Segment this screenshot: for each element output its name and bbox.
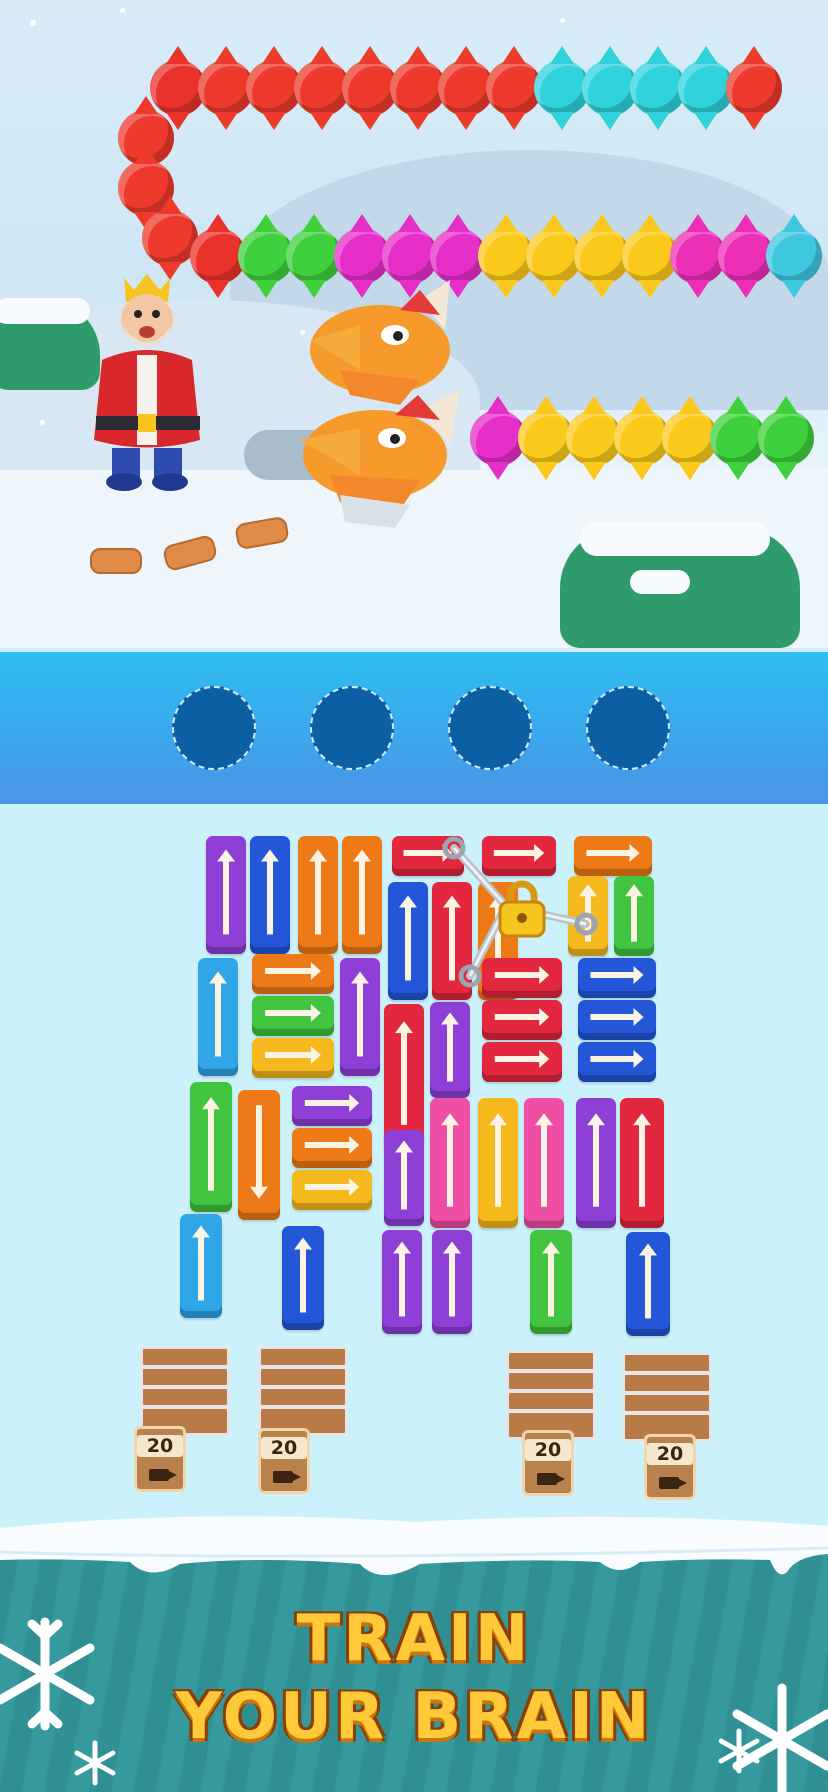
up-arrow-icon [625,884,643,942]
arrow-block[interactable] [614,876,654,956]
arrow-block[interactable] [626,1232,670,1336]
tray-counter-2: 20 [258,1428,310,1494]
up-arrow-icon [202,1097,220,1191]
arrow-block[interactable] [292,1170,372,1210]
down-arrow-icon [250,1105,268,1199]
up-arrow-icon [209,971,227,1057]
arrow-block[interactable] [482,1000,562,1040]
arrow-block[interactable] [252,954,334,994]
arrow-block[interactable] [382,1230,422,1334]
tray-counter-1: 20 [134,1426,186,1492]
arrow-block[interactable] [384,1004,424,1148]
snowflake-icon [74,1740,116,1786]
arrow-block[interactable] [340,958,380,1076]
game-scene [0,0,828,648]
up-arrow-icon [587,1113,605,1207]
banner-line-1: TRAIN [296,1602,532,1676]
bead-chain-left [118,110,198,266]
arrow-block[interactable] [180,1214,222,1318]
arrow-block[interactable] [282,1226,324,1330]
tray-counter-3: 20 [522,1430,574,1496]
arrow-block[interactable] [292,1128,372,1168]
up-arrow-icon [192,1225,210,1301]
up-arrow-icon [294,1237,312,1313]
bead-chain-bottom [470,410,814,466]
right-arrow-icon [590,1008,644,1026]
up-arrow-icon [633,1113,651,1207]
up-arrow-icon [309,849,327,935]
bead-chain-top [150,60,782,116]
arrow-block[interactable] [298,836,338,954]
snow-ledge [0,1516,828,1575]
arrow-block[interactable] [524,1098,564,1228]
arrow-block[interactable] [478,1098,518,1228]
right-arrow-icon [494,1050,550,1068]
arrow-block[interactable] [292,1086,372,1126]
up-arrow-icon [395,1021,413,1125]
camera-icon [659,1477,679,1489]
empty-slot-2 [310,686,394,770]
right-arrow-icon [590,1050,644,1068]
empty-slot-4 [586,686,670,770]
right-arrow-icon [265,962,321,980]
arrow-block[interactable] [250,836,290,954]
arrow-block[interactable] [252,996,334,1036]
collection-slots-bar [0,652,828,804]
camera-icon [149,1469,169,1481]
arrow-block[interactable] [578,1042,656,1082]
up-arrow-icon [441,1113,459,1207]
up-arrow-icon [639,1243,657,1319]
empty-slot-1 [172,686,256,770]
right-arrow-icon [304,1178,360,1196]
arrow-block[interactable] [388,882,428,1000]
arrow-block[interactable] [620,1098,664,1228]
king-character [94,274,200,491]
arrow-block[interactable] [190,1082,232,1212]
right-arrow-icon [304,1136,360,1154]
arrow-block[interactable] [206,836,246,954]
up-arrow-icon [261,849,279,935]
right-arrow-icon [304,1094,360,1112]
arrow-block[interactable] [252,1038,334,1078]
camera-icon [273,1471,293,1483]
snowflake-icon [0,1617,95,1731]
empty-slot-3 [448,686,532,770]
dragon-icon [300,280,460,528]
arrow-block[interactable] [238,1090,280,1220]
camera-icon [537,1473,557,1485]
up-arrow-icon [353,849,371,935]
tray-counter-4: 20 [644,1434,696,1500]
arrow-block[interactable] [430,1002,470,1098]
arrow-block[interactable] [482,1042,562,1082]
up-arrow-icon [535,1113,553,1207]
up-arrow-icon [489,1113,507,1207]
up-arrow-icon [217,849,235,935]
up-arrow-icon [393,1241,411,1317]
up-arrow-icon [395,1140,413,1210]
cookie-icon [90,548,142,574]
arrow-block[interactable] [342,836,382,954]
arrow-block[interactable] [576,1098,616,1228]
up-arrow-icon [443,1241,461,1317]
arrow-block[interactable] [578,1000,656,1040]
up-arrow-icon [399,895,417,981]
lock-icon[interactable] [496,880,548,938]
up-arrow-icon [441,1012,459,1082]
arrow-block[interactable] [430,1098,470,1228]
arrow-block[interactable] [530,1230,572,1334]
arrow-block[interactable] [198,958,238,1076]
arrow-block[interactable] [384,1130,424,1226]
snowflake-icon [718,1728,760,1774]
right-arrow-icon [494,1008,550,1026]
up-arrow-icon [542,1241,560,1317]
right-arrow-icon [265,1046,321,1064]
right-arrow-icon [265,1004,321,1022]
banner-line-2: YOUR BRAIN [175,1680,653,1754]
up-arrow-icon [351,971,369,1057]
arrow-block[interactable] [432,1230,472,1334]
